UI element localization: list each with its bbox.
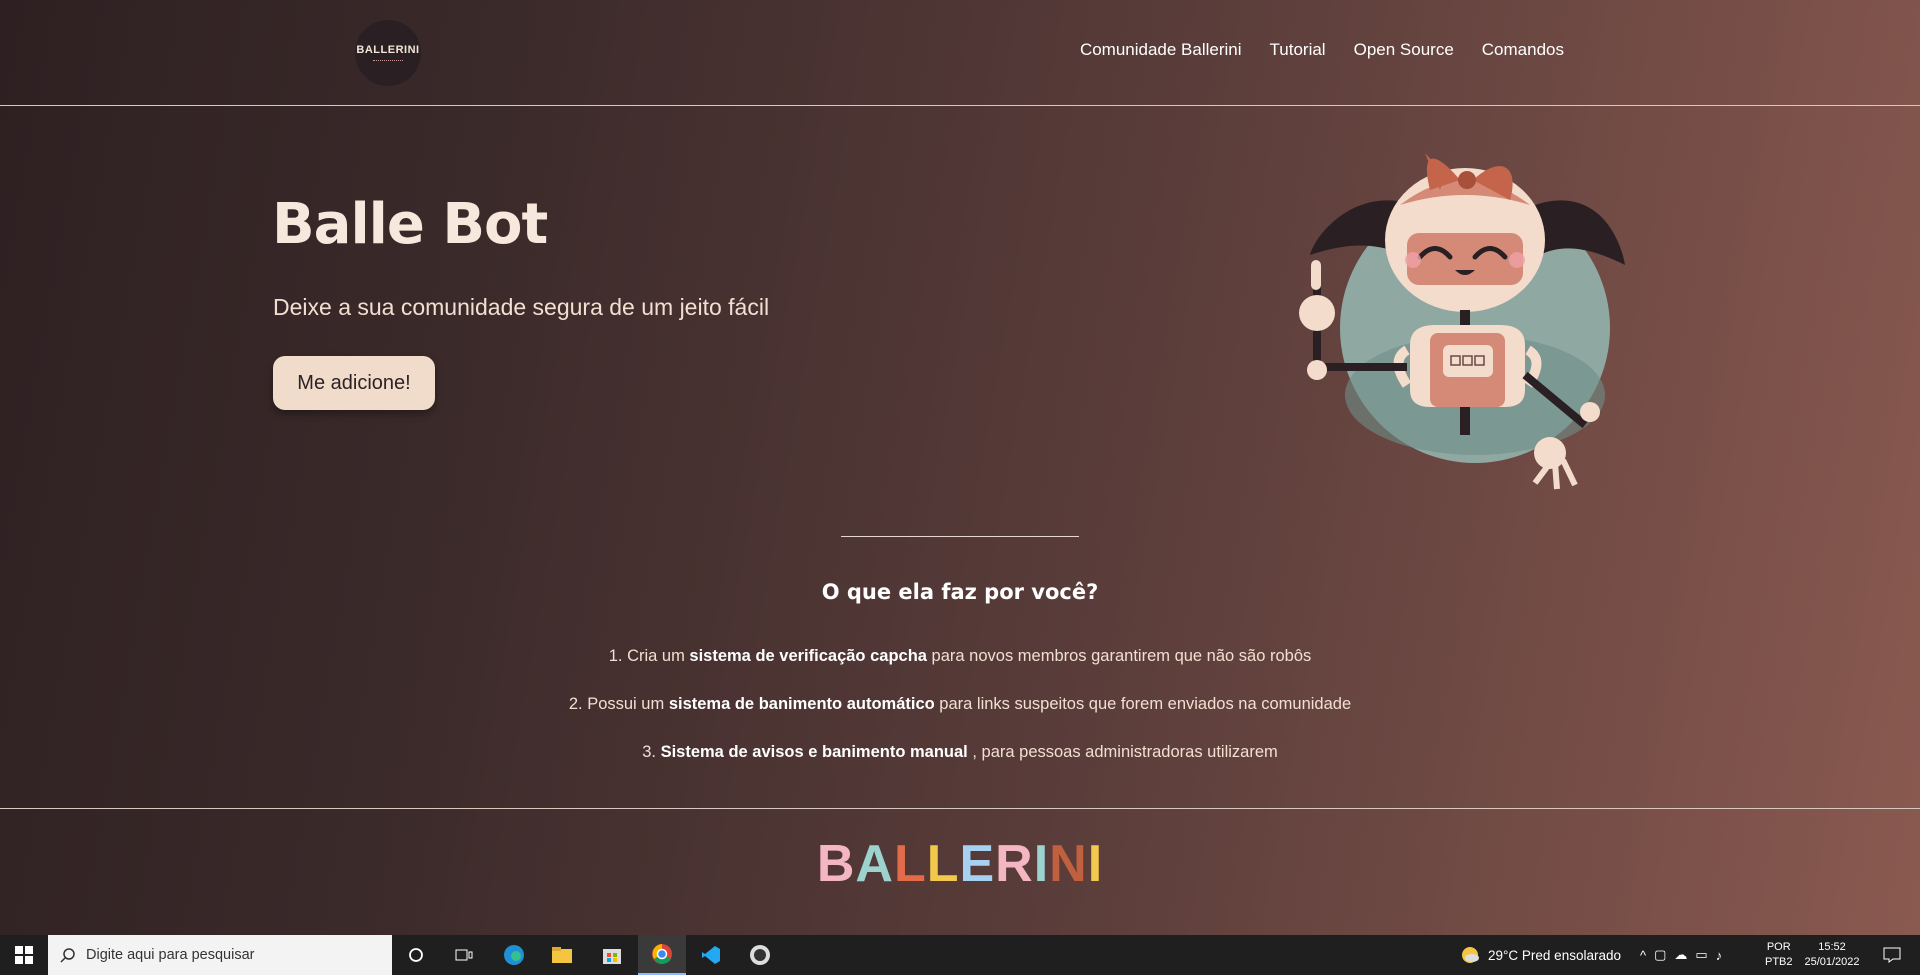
feature-item-2: 2. Possui um sistema de banimento automá… xyxy=(568,695,1352,713)
chevron-up-icon[interactable]: ^ xyxy=(1640,948,1646,963)
weather-sun-icon xyxy=(1462,947,1479,963)
weather-text: 29°C Pred ensolarado xyxy=(1488,947,1621,963)
logo-text: BALLERINI xyxy=(356,44,420,56)
brand-letter: L xyxy=(893,835,927,893)
app-icon[interactable] xyxy=(736,935,784,975)
taskbar-search-input[interactable]: Digite aqui para pesquisar xyxy=(48,935,392,975)
feature-item-3: 3. Sistema de avisos e banimento manual … xyxy=(642,743,1278,761)
search-icon xyxy=(60,948,75,963)
language-indicator[interactable]: POR PTB2 xyxy=(1765,940,1793,970)
task-view-icon[interactable] xyxy=(440,935,488,975)
onedrive-icon[interactable]: ☁ xyxy=(1674,947,1687,963)
nav-link-open-source[interactable]: Open Source xyxy=(1354,40,1454,60)
section-divider xyxy=(841,536,1079,537)
keyboard-layout: PTB2 xyxy=(1765,956,1793,968)
nav-link-tutorial[interactable]: Tutorial xyxy=(1270,40,1326,60)
robot-left-hand xyxy=(1299,295,1335,331)
notification-icon[interactable] xyxy=(1872,935,1912,975)
chrome-icon[interactable] xyxy=(638,935,686,975)
site-logo[interactable]: BALLERINI xyxy=(355,20,421,86)
vscode-icon[interactable] xyxy=(687,935,735,975)
system-tray: ^ ▢ ☁ ▭ ♪ xyxy=(1640,935,1722,975)
store-icon[interactable] xyxy=(588,935,636,975)
weather-widget[interactable]: 29°C Pred ensolarado xyxy=(1460,935,1621,975)
brand-letter: B xyxy=(816,835,856,893)
windows-logo-icon xyxy=(15,946,33,964)
clock[interactable]: 15:52 25/01/2022 xyxy=(1800,940,1864,970)
features-title: O que ela faz por você? xyxy=(821,580,1099,604)
windows-taskbar: Digite aqui para pesquisar 29°C Pred ens… xyxy=(0,935,1920,975)
logo-decoration xyxy=(373,60,403,62)
nav-link-comunidade[interactable]: Comunidade Ballerini xyxy=(1080,40,1242,60)
add-bot-button[interactable]: Me adicione! xyxy=(273,356,435,410)
site-footer: BALLERINI xyxy=(0,808,1920,911)
meet-now-icon[interactable]: ▢ xyxy=(1654,947,1666,963)
clock-time: 15:52 xyxy=(1818,941,1846,953)
robot-illustration xyxy=(1299,153,1625,490)
start-button[interactable] xyxy=(0,935,48,975)
search-placeholder: Digite aqui para pesquisar xyxy=(86,947,255,963)
file-explorer-icon[interactable] xyxy=(538,935,586,975)
nav-link-comandos[interactable]: Comandos xyxy=(1482,40,1564,60)
feature-item-1: 1. Cria um sistema de verificação capcha… xyxy=(608,647,1312,665)
volume-icon[interactable]: ♪ xyxy=(1716,948,1723,963)
brand-letter: I xyxy=(1033,835,1050,893)
cortana-icon[interactable] xyxy=(392,935,440,975)
hero-title: Balle Bot xyxy=(272,192,548,257)
brand-letter: L xyxy=(926,835,960,893)
footer-brand-logo: BALLERINI xyxy=(0,834,1920,894)
clock-date: 25/01/2022 xyxy=(1804,956,1860,968)
hero-subtitle: Deixe a sua comunidade segura de um jeit… xyxy=(273,294,770,320)
brand-letter: R xyxy=(995,835,1034,893)
network-icon[interactable]: ▭ xyxy=(1695,947,1707,963)
main-nav: Comunidade Ballerini Tutorial Open Sourc… xyxy=(1080,40,1564,60)
brand-letter: I xyxy=(1087,835,1104,893)
brand-letter: E xyxy=(959,835,996,893)
brand-letter: N xyxy=(1049,835,1088,893)
brand-letter: A xyxy=(855,835,894,893)
site-header: BALLERINI Comunidade Ballerini Tutorial … xyxy=(0,0,1920,106)
language-code: POR xyxy=(1766,941,1791,953)
edge-icon[interactable] xyxy=(490,935,538,975)
